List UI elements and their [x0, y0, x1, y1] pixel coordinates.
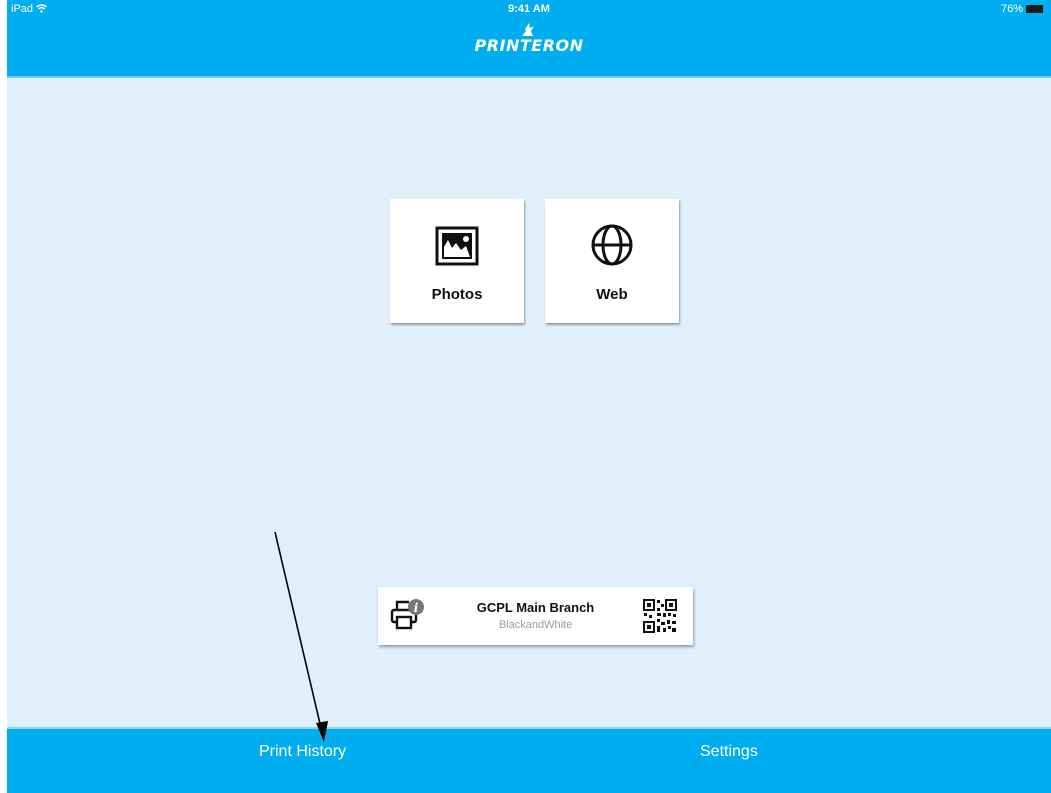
- battery-icon: [1026, 5, 1043, 13]
- bottom-tab-bar: Print History Settings: [7, 727, 1051, 793]
- printeron-logo: PRINTERON: [7, 22, 1051, 55]
- app-screen: iPad 9:41 AM 76% PRINTERON Photos Web i …: [7, 0, 1051, 793]
- web-label: Web: [596, 286, 628, 303]
- photo-icon: [435, 226, 479, 266]
- tab-print-history[interactable]: Print History: [259, 743, 346, 761]
- photos-label: Photos: [431, 286, 483, 303]
- qr-code-icon[interactable]: [643, 599, 677, 633]
- tab-settings[interactable]: Settings: [700, 743, 758, 761]
- selected-printer-card[interactable]: i GCPL Main Branch BlackandWhite: [378, 587, 693, 645]
- header-bar: iPad 9:41 AM 76% PRINTERON: [7, 0, 1051, 78]
- photos-tile[interactable]: Photos: [390, 199, 524, 323]
- status-time: 9:41 AM: [508, 3, 550, 15]
- status-battery: 76%: [1001, 3, 1043, 15]
- battery-percent: 76%: [1000, 3, 1023, 15]
- globe-icon: [591, 224, 633, 266]
- logo-text: PRINTERON: [474, 36, 584, 55]
- web-tile[interactable]: Web: [545, 199, 679, 323]
